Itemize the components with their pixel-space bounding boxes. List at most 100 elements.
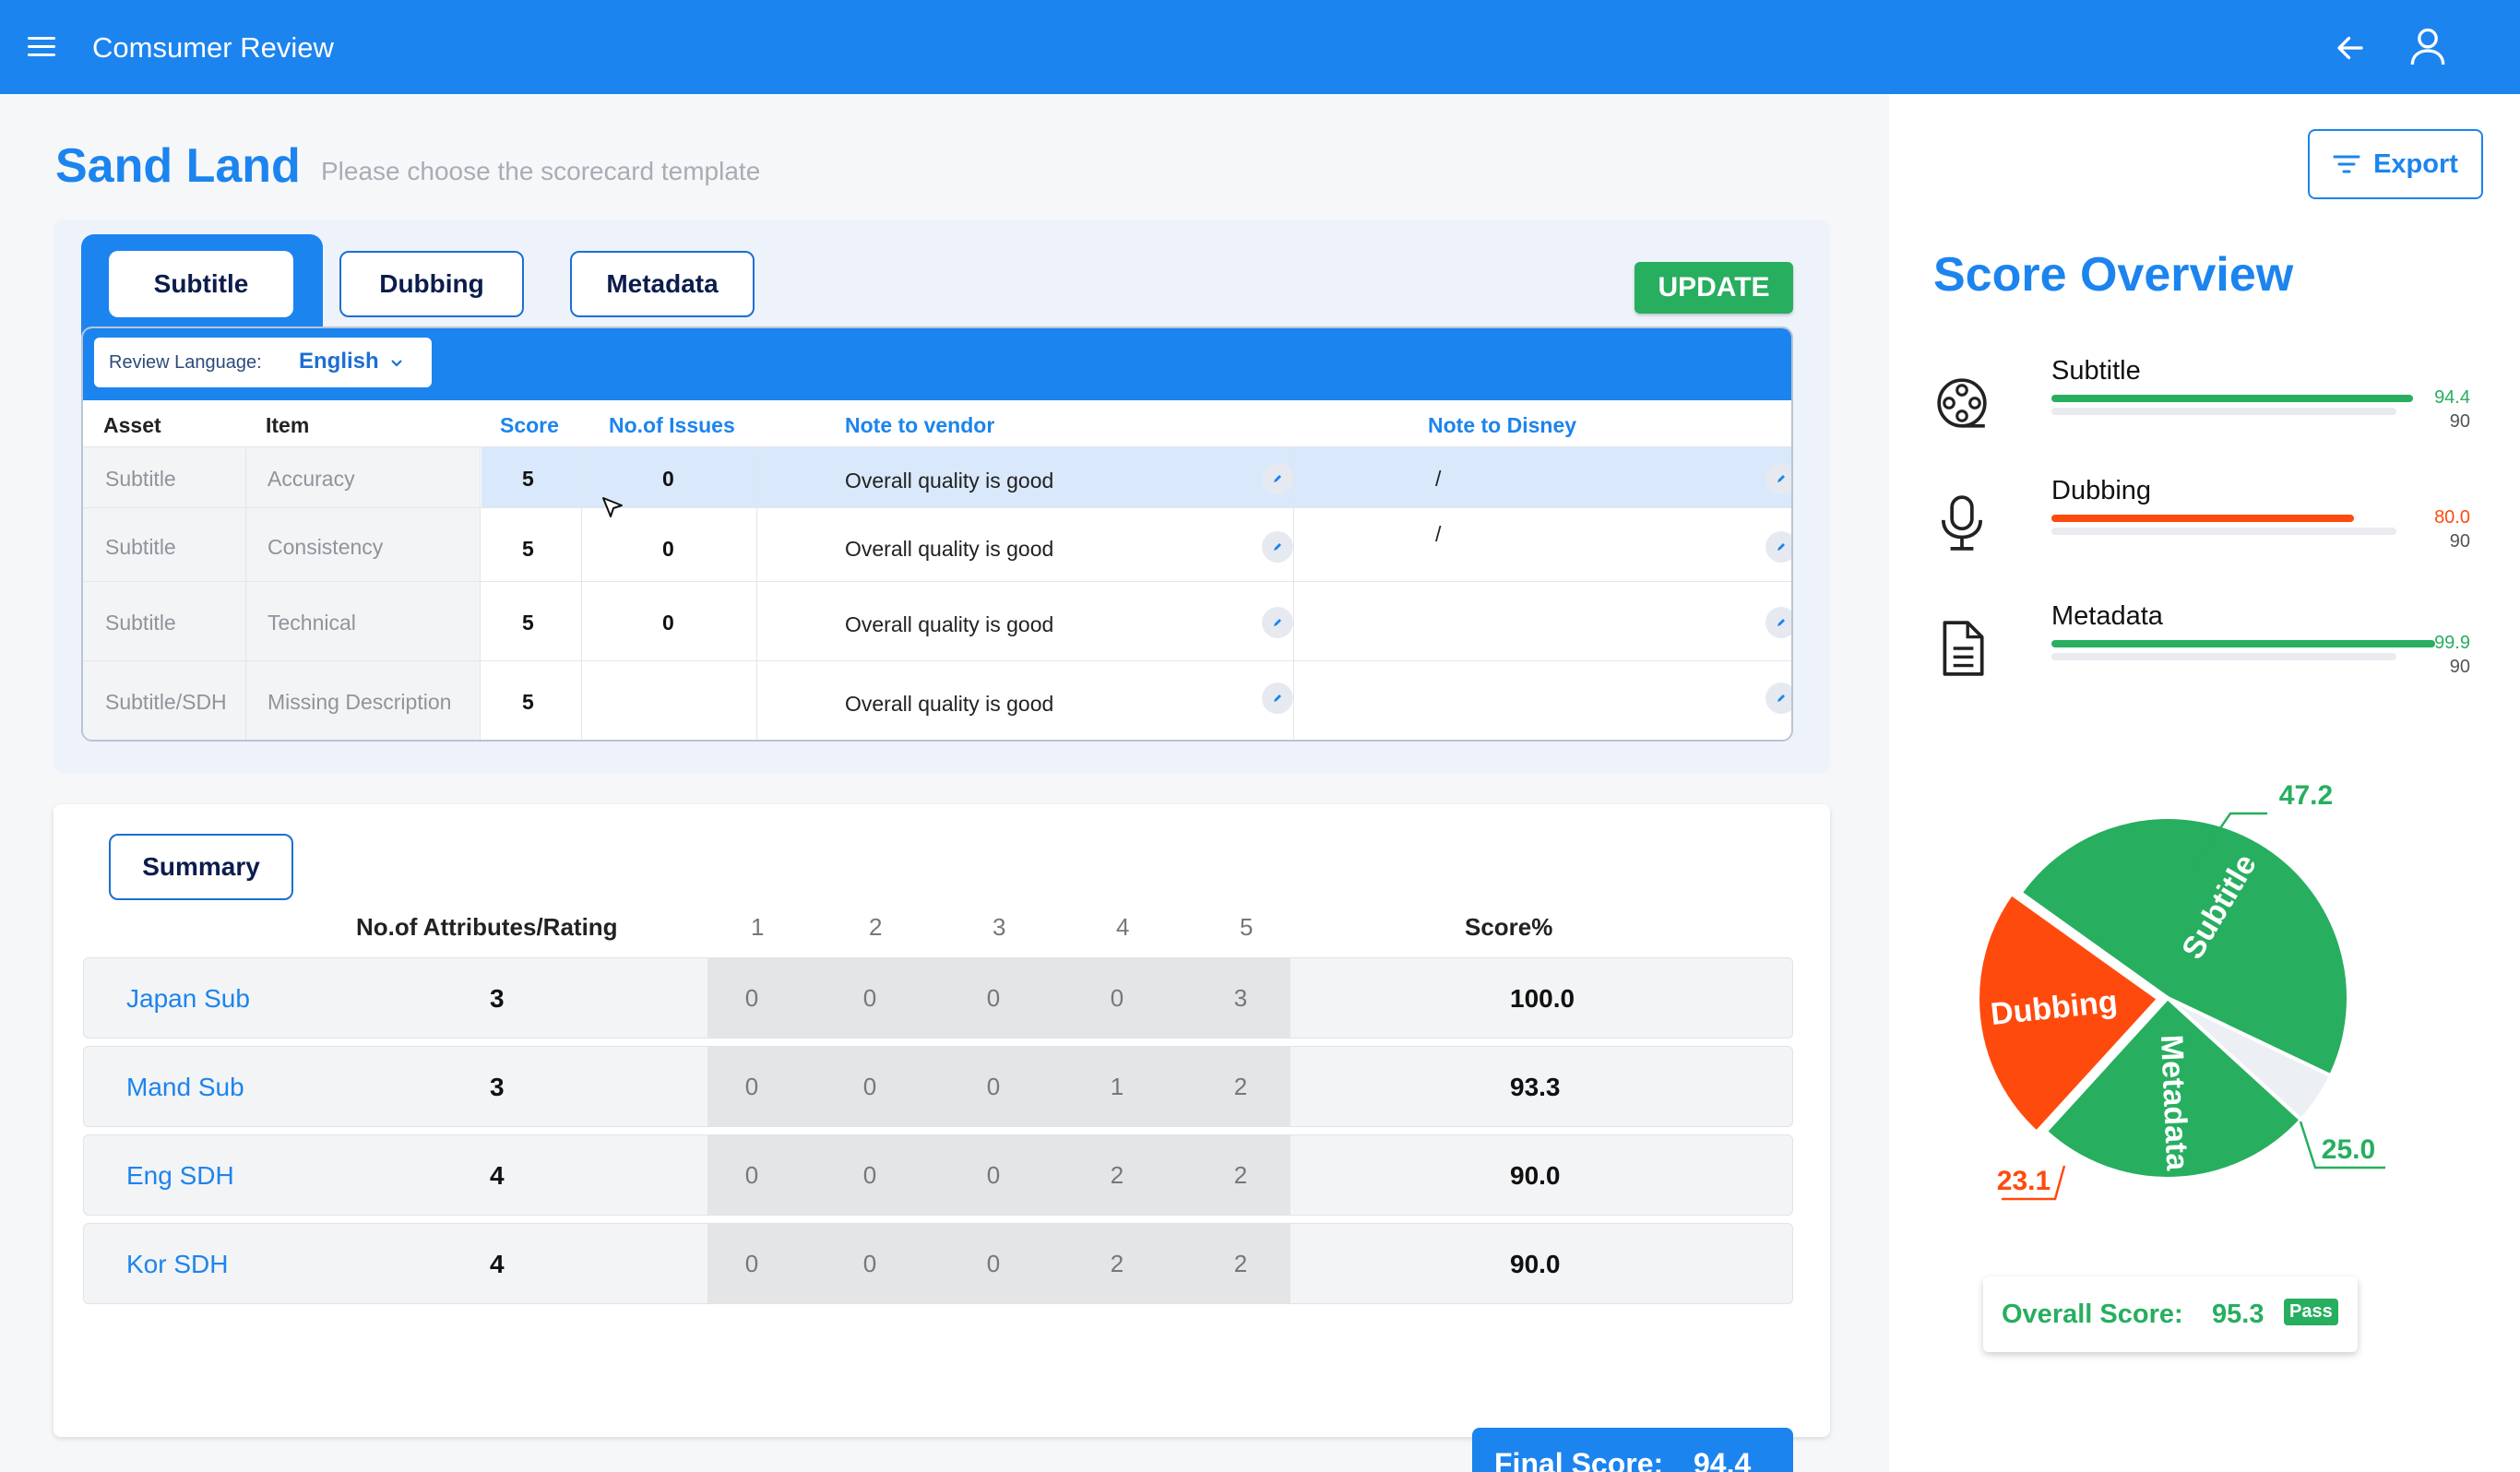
summary-rating-cell: 2 (1233, 1073, 1248, 1100)
review-language-value: English (299, 349, 379, 374)
user-icon[interactable] (2409, 26, 2446, 66)
table-toolbar: Review Language: English (83, 328, 1791, 400)
summary-rating-cell: 0 (862, 1161, 877, 1189)
main-content: Sand Land Please choose the scorecard te… (0, 94, 1889, 1472)
overview-title: Score Overview (1933, 248, 2294, 302)
overall-score-value: 95.3 (2212, 1299, 2264, 1329)
overview-item-dubbing: Dubbing 80.0 90 (1933, 476, 2487, 568)
cell-score[interactable]: 5 (522, 611, 534, 635)
overview-item-subtitle: Subtitle 94.4 90 (1933, 356, 2487, 448)
header-note-vendor: Note to vendor (845, 413, 995, 437)
summary-panel: Summary No.of Attributes/Rating 1 2 3 4 … (53, 804, 1830, 1472)
overview-target: 90 (2449, 657, 2470, 677)
pass-badge: Pass (2284, 1299, 2338, 1325)
edit-pencil-icon[interactable] (1765, 463, 1791, 494)
cell-note-disney: / (1435, 467, 1442, 491)
summary-header-attributes: No.of Attributes/Rating (356, 913, 618, 941)
overall-score-card: Overall Score: 95.3 Pass (1983, 1276, 2358, 1352)
cell-note-vendor: Overall quality is good (845, 692, 1054, 716)
table-row-highlight (481, 446, 1791, 507)
summary-header-rating-3: 3 (993, 913, 1006, 941)
overview-label: Metadata (2051, 601, 2163, 631)
edit-pencil-icon[interactable] (1262, 463, 1293, 494)
col-divider (1293, 446, 1294, 740)
edit-pencil-icon[interactable] (1765, 607, 1791, 638)
edit-pencil-icon[interactable] (1765, 683, 1791, 714)
summary-header-rating-4: 4 (1116, 913, 1130, 941)
summary-row-name: Mand Sub (126, 1073, 244, 1101)
final-score-badge: Final Score: 94.4 (1472, 1428, 1793, 1472)
summary-row-name: Kor SDH (126, 1250, 229, 1278)
overview-item-metadata: Metadata 99.9 90 (1933, 601, 2487, 694)
export-button[interactable]: Export (2308, 129, 2483, 199)
page-subtitle: Please choose the scorecard template (321, 157, 761, 185)
cell-note-vendor: Overall quality is good (845, 612, 1054, 636)
summary-row-name: Eng SDH (126, 1161, 234, 1190)
summary-rating-cell: 2 (1110, 1161, 1124, 1189)
header-score: Score (500, 413, 559, 437)
summary-row-attributes: 3 (490, 1073, 505, 1101)
final-score-label: Final Score: (1494, 1446, 1664, 1472)
summary-row: Eng SDH 4 0 0 0 2 2 90.0 (83, 1134, 1793, 1216)
overview-score: 99.9 (2434, 633, 2470, 653)
film-reel-icon (1937, 378, 1987, 428)
summary-rating-cell: 1 (1110, 1073, 1124, 1100)
target-bar-track (2051, 408, 2396, 415)
back-arrow-icon[interactable] (2334, 31, 2367, 65)
cell-issues[interactable]: 0 (662, 467, 674, 492)
cell-issues[interactable]: 0 (662, 537, 674, 562)
overview-target: 90 (2449, 411, 2470, 432)
pie-value-label: 23.1 (1997, 1166, 2050, 1196)
score-pie-chart: SubtitleMetadataDubbing47.225.023.1 (1976, 780, 2385, 1201)
col-divider (480, 446, 481, 740)
cell-score[interactable]: 5 (522, 467, 534, 492)
document-icon (1943, 621, 1984, 676)
target-bar-track (2051, 653, 2396, 660)
final-score-value: 94.4 (1694, 1446, 1752, 1472)
pie-value-label: 25.0 (2322, 1134, 2375, 1165)
update-button[interactable]: UPDATE (1634, 262, 1793, 314)
overview-score: 80.0 (2434, 507, 2470, 528)
summary-rating-cell: 0 (744, 1073, 759, 1100)
row-divider (83, 446, 1791, 447)
tab-subtitle[interactable]: Subtitle (109, 251, 293, 317)
summary-rating-cell: 0 (744, 1250, 759, 1277)
summary-button[interactable]: Summary (109, 834, 293, 900)
edit-pencil-icon[interactable] (1262, 607, 1293, 638)
summary-rating-cell: 2 (1233, 1250, 1248, 1277)
summary-header-score: Score% (1465, 913, 1553, 941)
summary-rating-cell: 0 (744, 984, 759, 1012)
cell-issues[interactable]: 0 (662, 611, 674, 635)
summary-row-score: 93.3 (1510, 1073, 1561, 1101)
cell-asset: Subtitle (105, 467, 176, 491)
filter-icon (2333, 155, 2360, 173)
cell-item: Technical (267, 611, 356, 635)
summary-row: Mand Sub 3 0 0 0 1 2 93.3 (83, 1046, 1793, 1127)
overview-label: Subtitle (2051, 356, 2141, 386)
summary-rating-cell: 0 (1110, 984, 1124, 1012)
cell-score[interactable]: 5 (522, 690, 534, 715)
menu-icon[interactable] (28, 37, 55, 57)
tab-metadata[interactable]: Metadata (570, 251, 755, 317)
overall-score-label: Overall Score: (2002, 1299, 2183, 1329)
score-bar (2051, 515, 2354, 522)
summary-rating-cell: 0 (744, 1161, 759, 1189)
edit-pencil-icon[interactable] (1262, 531, 1293, 563)
app-title: Comsumer Review (92, 31, 334, 64)
scorecard-panel: Subtitle Dubbing Metadata UPDATE Review … (53, 220, 1830, 773)
tab-dubbing[interactable]: Dubbing (339, 251, 524, 317)
pie-value-label: 47.2 (2279, 780, 2333, 811)
cell-asset: Subtitle/SDH (105, 690, 227, 714)
cell-note-disney: / (1435, 522, 1442, 546)
edit-pencil-icon[interactable] (1262, 683, 1293, 714)
review-language-select[interactable]: Review Language: English (94, 338, 432, 387)
summary-row-attributes: 3 (490, 984, 505, 1013)
overview-label: Dubbing (2051, 476, 2152, 505)
pie-slice-label: Metadata (2154, 1034, 2195, 1172)
header-item: Item (266, 413, 310, 437)
edit-pencil-icon[interactable] (1765, 531, 1791, 563)
overview-score: 94.4 (2434, 387, 2470, 408)
cell-score[interactable]: 5 (522, 537, 534, 562)
summary-rating-cell: 2 (1110, 1250, 1124, 1277)
cell-asset: Subtitle (105, 611, 176, 635)
